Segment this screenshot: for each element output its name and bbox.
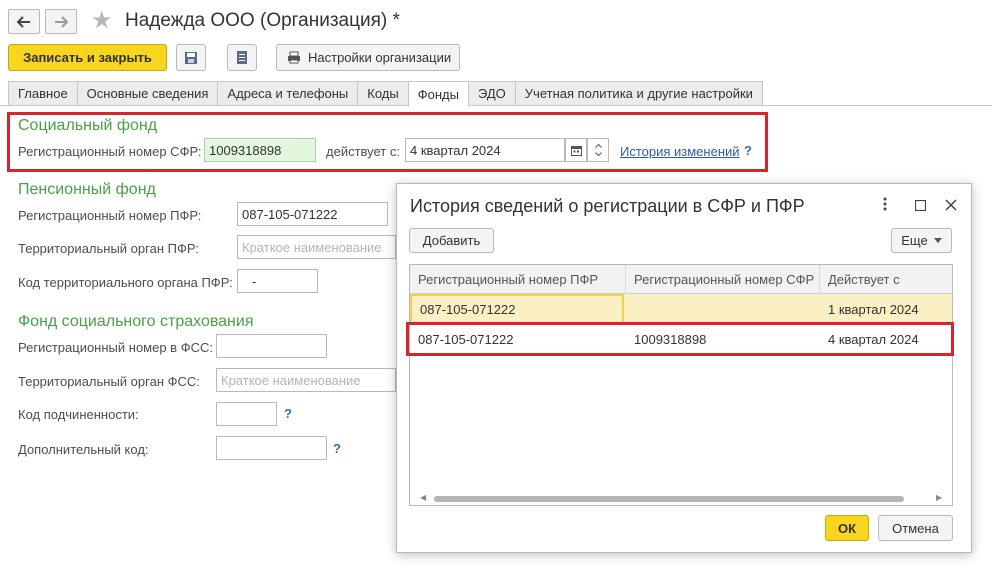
history-table: Регистрационный номер ПФР Регистрационны… [409, 264, 953, 506]
column-valid-from[interactable]: Действует с [820, 265, 952, 294]
tab-main[interactable]: Главное [8, 81, 77, 106]
fss-reg-label: Регистрационный номер в ФСС: [18, 340, 213, 355]
sfr-reg-label: Регистрационный номер СФР: [18, 144, 202, 159]
fss-terr-input[interactable]: Краткое наименование [216, 368, 396, 392]
column-pfr[interactable]: Регистрационный номер ПФР [410, 265, 626, 294]
scroll-left-icon[interactable]: ◀ [420, 493, 426, 502]
sfr-valid-from-input[interactable]: 4 квартал 2024 [405, 138, 565, 162]
pfr-reg-label: Регистрационный номер ПФР: [18, 208, 202, 223]
registration-history-dialog: История сведений о регистрации в СФР и П… [396, 183, 972, 553]
sfr-valid-from-label: действует с: [326, 144, 400, 159]
more-label: Еще [901, 233, 928, 248]
scroll-right-icon[interactable]: ▶ [936, 493, 942, 502]
tab-edo[interactable]: ЭДО [467, 81, 515, 106]
calendar-icon [570, 145, 582, 156]
pfr-code-input[interactable]: - [237, 269, 318, 293]
save-and-close-button[interactable]: Записать и закрыть [8, 44, 167, 71]
document-icon [237, 51, 247, 64]
horizontal-scrollbar[interactable]: ◀ ▶ [410, 491, 952, 505]
sub-code-input[interactable] [216, 402, 277, 426]
scroll-thumb[interactable] [434, 496, 904, 502]
spinner-arrows-icon [594, 143, 602, 157]
row-pfr-cell[interactable]: 087-105-071222 [410, 294, 624, 324]
forward-button[interactable] [45, 9, 77, 34]
more-button[interactable]: Еще [891, 228, 952, 253]
pfr-terr-label: Территориальный орган ПФР: [18, 241, 199, 256]
pension-fund-title: Пенсионный фонд [18, 181, 156, 198]
floppy-disk-icon [185, 51, 197, 64]
row-sfr-cell[interactable] [626, 294, 820, 324]
fss-reg-input[interactable] [216, 334, 327, 358]
printer-icon [288, 51, 300, 64]
table-row[interactable]: 087-105-071222 1 квартал 2024 [410, 294, 952, 324]
cancel-button[interactable]: Отмена [878, 515, 953, 541]
pfr-reg-input[interactable]: 087-105-071222 [237, 202, 388, 226]
vertical-dots-icon[interactable] [883, 197, 887, 216]
chevron-down-icon [933, 238, 942, 243]
pfr-code-label: Код территориального органа ПФР: [18, 275, 233, 290]
report-button[interactable] [227, 44, 257, 71]
history-link[interactable]: История изменений [620, 144, 740, 159]
add-button[interactable]: Добавить [409, 228, 494, 253]
tab-addresses-phones[interactable]: Адреса и телефоны [217, 81, 358, 106]
extra-code-label: Дополнительный код: [18, 442, 149, 457]
tab-funds[interactable]: Фонды [407, 81, 468, 107]
pfr-terr-input[interactable]: Краткое наименование [237, 235, 396, 259]
tab-accounting-policy[interactable]: Учетная политика и другие настройки [514, 81, 763, 106]
maximize-icon[interactable] [914, 198, 927, 216]
fss-title: Фонд социального страхования [18, 313, 254, 330]
column-sfr[interactable]: Регистрационный номер СФР [626, 265, 820, 294]
calendar-button[interactable] [565, 138, 587, 162]
organization-settings-label: Настройки организации [308, 50, 452, 65]
sfr-help-icon[interactable]: ? [744, 143, 752, 158]
table-header: Регистрационный номер ПФР Регистрационны… [410, 265, 952, 294]
arrow-right-icon [55, 15, 68, 28]
tab-strip: Главное Основные сведения Адреса и телеф… [8, 81, 763, 107]
fss-terr-label: Территориальный орган ФСС: [18, 374, 200, 389]
ok-button[interactable]: ОК [825, 515, 869, 541]
extra-code-help-icon[interactable]: ? [333, 441, 341, 456]
close-icon[interactable] [945, 198, 957, 216]
dialog-title: История сведений о регистрации в СФР и П… [410, 196, 805, 216]
tab-codes[interactable]: Коды [357, 81, 408, 106]
sfr-reg-input[interactable]: 1009318898 [204, 138, 316, 162]
star-icon[interactable]: ★ [91, 9, 113, 33]
extra-code-input[interactable] [216, 436, 327, 460]
organization-settings-button[interactable]: Настройки организации [276, 44, 460, 71]
save-button[interactable] [176, 44, 206, 71]
social-fund-title: Социальный фонд [18, 117, 158, 134]
tab-basic-info[interactable]: Основные сведения [76, 81, 218, 106]
row-valid-from-cell[interactable]: 1 квартал 2024 [820, 294, 952, 324]
highlight-frame-new-row [406, 322, 954, 356]
back-button[interactable] [8, 9, 40, 34]
page-title: Надежда ООО (Организация) * [125, 10, 400, 31]
sub-code-label: Код подчиненности: [18, 407, 139, 422]
arrow-left-icon [17, 15, 30, 28]
period-spinner[interactable] [587, 138, 609, 162]
sub-code-help-icon[interactable]: ? [284, 406, 292, 421]
